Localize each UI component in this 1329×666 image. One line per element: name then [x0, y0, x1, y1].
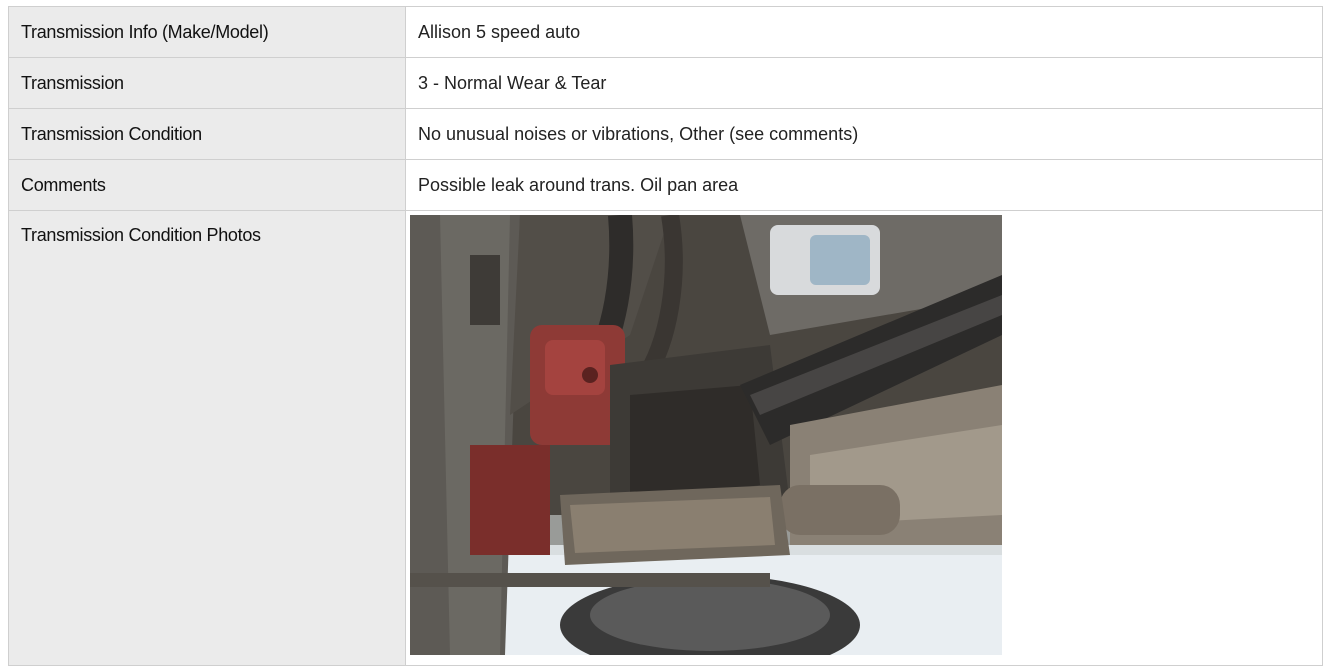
table-row: Transmission Condition No unusual noises…: [8, 108, 1323, 160]
inspection-table: Transmission Info (Make/Model) Allison 5…: [8, 6, 1323, 666]
table-row: Transmission 3 - Normal Wear & Tear: [8, 57, 1323, 109]
table-row: Transmission Condition Photos: [8, 210, 1323, 666]
row-label: Transmission Condition Photos: [8, 210, 406, 666]
transmission-photo[interactable]: [410, 215, 1002, 655]
row-label: Transmission: [8, 57, 406, 109]
row-value: Possible leak around trans. Oil pan area: [405, 159, 1323, 211]
row-value: 3 - Normal Wear & Tear: [405, 57, 1323, 109]
table-row: Comments Possible leak around trans. Oil…: [8, 159, 1323, 211]
photo-cell: [405, 210, 1323, 666]
row-value: Allison 5 speed auto: [405, 6, 1323, 58]
row-value: No unusual noises or vibrations, Other (…: [405, 108, 1323, 160]
table-row: Transmission Info (Make/Model) Allison 5…: [8, 6, 1323, 58]
row-label: Transmission Condition: [8, 108, 406, 160]
row-label: Comments: [8, 159, 406, 211]
row-label: Transmission Info (Make/Model): [8, 6, 406, 58]
